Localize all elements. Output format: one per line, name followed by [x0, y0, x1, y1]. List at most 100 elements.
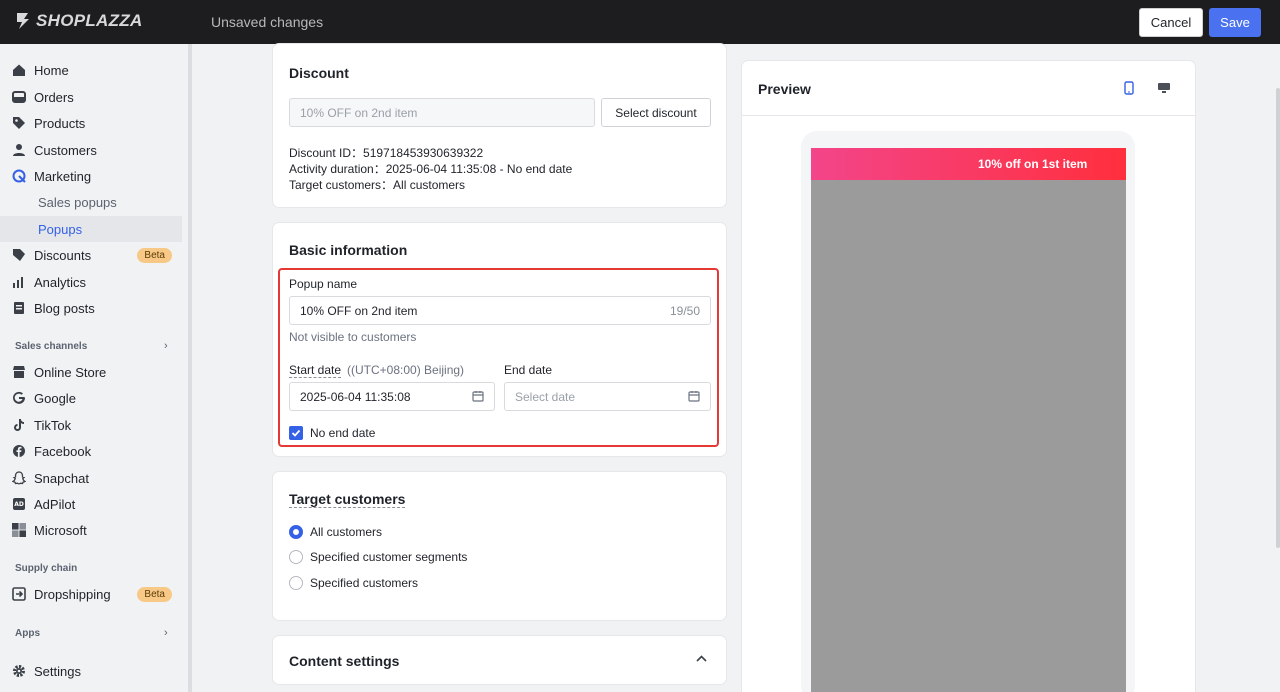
sidebar-item-label: Products [34, 115, 86, 131]
sidebar-item-label: Microsoft [34, 522, 87, 538]
sidebar-item-label: Popups [38, 221, 83, 237]
start-date-label: Start date [289, 363, 342, 378]
sidebar-item-label: Google [34, 390, 76, 406]
option-specified-customers: Specified customers [310, 576, 419, 590]
cancel-button[interactable]: Cancel [1139, 8, 1203, 37]
sidebar-item-label: Discounts [34, 247, 92, 263]
end-date-label: End date [504, 363, 553, 377]
mobile-icon[interactable] [1123, 81, 1135, 95]
supply-chain-heading: Supply chain [15, 563, 78, 574]
dropshipping-icon [12, 587, 26, 601]
no-end-date-checkbox[interactable] [289, 426, 303, 440]
marketing-icon [12, 169, 26, 183]
popup-overlay [811, 180, 1126, 692]
option-all-customers: All customers [310, 525, 383, 539]
popup-name-help: Not visible to customers [289, 330, 417, 344]
chevron-up-icon[interactable] [695, 654, 708, 664]
sidebar-item-label: AdPilot [34, 496, 76, 512]
start-date-value: 2025-06-04 11:35:08 [300, 389, 411, 404]
store-icon [12, 365, 26, 379]
beta-badge: Beta [137, 247, 172, 263]
top-bar: SHOPLAZZA Unsaved changes Cancel Save [0, 0, 1280, 44]
page-scrollbar[interactable] [1276, 88, 1280, 548]
sidebar-item-label: Home [34, 62, 69, 78]
tiktok-icon [12, 418, 26, 432]
sidebar-item-settings[interactable]: Settings [0, 658, 182, 684]
apps-heading: Apps [15, 628, 40, 639]
radio-all-customers[interactable] [289, 525, 303, 539]
radio-customer-segments[interactable] [289, 550, 303, 564]
sidebar-item-online-store[interactable]: Online Store [0, 359, 182, 385]
sidebar-item-blog-posts[interactable]: Blog posts [0, 295, 182, 321]
popup-name-input[interactable]: 10% OFF on 2nd item 19/50 [289, 296, 711, 325]
snapchat-icon [12, 471, 26, 485]
sidebar-item-products[interactable]: Products [0, 110, 182, 136]
end-date-input[interactable]: Select date [504, 382, 711, 411]
shoplazza-logo-icon [17, 13, 29, 29]
sales-channels-heading: Sales channels [15, 341, 88, 352]
popup-name-label: Popup name [289, 277, 358, 291]
sidebar-item-adpilot[interactable]: AD AdPilot [0, 491, 182, 517]
discount-icon [12, 248, 26, 262]
sidebar-item-label: Sales popups [38, 194, 117, 210]
sidebar-item-tiktok[interactable]: TikTok [0, 412, 182, 438]
discount-title: Discount [289, 65, 349, 81]
banner-text: 10% off on 1st item [978, 157, 1088, 171]
preview-title: Preview [758, 81, 811, 97]
timezone-label: ((UTC+08:00) Beijing) [347, 363, 465, 377]
sidebar-item-google[interactable]: Google [0, 385, 182, 411]
select-discount-button[interactable]: Select discount [601, 98, 711, 127]
orders-icon [12, 90, 26, 104]
sidebar-item-discounts[interactable]: Discounts Beta [0, 242, 182, 268]
sidebar-item-popups[interactable]: Popups [0, 216, 182, 242]
sidebar-scrollbar[interactable] [188, 44, 192, 692]
calendar-icon [688, 391, 700, 402]
start-date-input[interactable]: 2025-06-04 11:35:08 [289, 382, 495, 411]
sidebar-item-label: Marketing [34, 168, 92, 184]
gear-icon [12, 664, 26, 678]
sidebar-item-label: Snapchat [34, 470, 89, 486]
desktop-icon[interactable] [1157, 81, 1171, 95]
sidebar-item-label: Facebook [34, 443, 92, 459]
sidebar-item-marketing[interactable]: Marketing [0, 163, 182, 189]
sidebar-item-label: Orders [34, 89, 74, 105]
basic-information-title: Basic information [289, 242, 408, 258]
home-icon [12, 63, 26, 77]
sidebar-item-label: Analytics [34, 274, 87, 290]
popup-name-value: 10% OFF on 2nd item [300, 303, 418, 318]
content-settings-title: Content settings [289, 653, 400, 669]
sidebar-item-facebook[interactable]: Facebook [0, 438, 182, 464]
char-counter: 19/50 [669, 303, 700, 318]
chevron-right-icon[interactable]: › [164, 340, 168, 352]
sidebar-item-home[interactable]: Home [0, 57, 182, 83]
brand-logo[interactable]: SHOPLAZZA [14, 11, 143, 31]
preview-divider [742, 115, 1195, 116]
microsoft-icon [12, 523, 26, 537]
sidebar-item-customers[interactable]: Customers [0, 137, 182, 163]
radio-specified-customers[interactable] [289, 576, 303, 590]
sidebar-item-label: TikTok [34, 417, 72, 433]
sidebar-item-label: Customers [34, 142, 97, 158]
sidebar-item-label: Dropshipping [34, 586, 111, 602]
highlight-box [278, 268, 719, 447]
facebook-icon [12, 444, 26, 458]
target-customers-title: Target customers [289, 491, 406, 508]
check-icon [291, 429, 301, 437]
beta-badge: Beta [137, 586, 172, 602]
tag-icon [12, 116, 26, 130]
sidebar-item-orders[interactable]: Orders [0, 84, 182, 110]
chevron-right-icon[interactable]: › [164, 627, 168, 639]
target-customers-summary: Target customers：All customers [289, 178, 466, 192]
sidebar-item-analytics[interactable]: Analytics [0, 269, 182, 295]
sidebar-item-label: Settings [34, 663, 81, 679]
activity-duration: Activity duration：2025-06-04 11:35:08 - … [289, 162, 573, 176]
unsaved-status: Unsaved changes [211, 14, 324, 30]
sidebar-item-microsoft[interactable]: Microsoft [0, 517, 182, 543]
save-button[interactable]: Save [1209, 8, 1261, 37]
adpilot-icon: AD [12, 497, 26, 511]
sidebar-item-sales-popups[interactable]: Sales popups [0, 189, 182, 215]
end-date-placeholder: Select date [515, 389, 576, 404]
option-customer-segments: Specified customer segments [310, 550, 468, 564]
sidebar-item-snapchat[interactable]: Snapchat [0, 465, 182, 491]
sidebar-item-dropshipping[interactable]: Dropshipping Beta [0, 581, 182, 607]
